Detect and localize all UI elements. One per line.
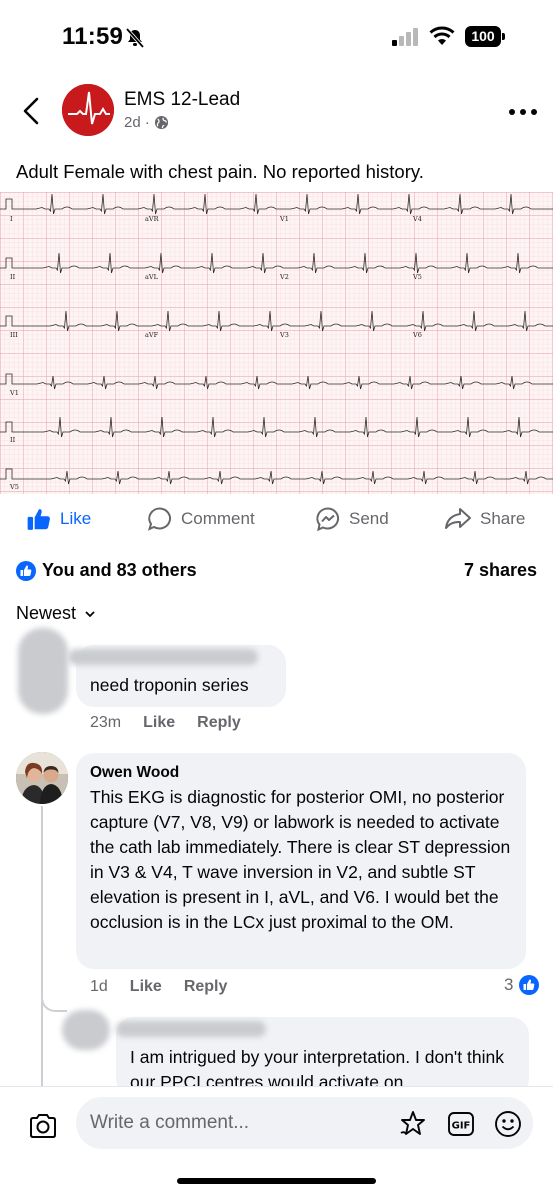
page-avatar[interactable]: [62, 84, 114, 136]
comment-bubble: Owen Wood This EKG is diagnostic for pos…: [76, 753, 526, 969]
ekg-lead-label: V5: [9, 483, 19, 491]
ekg-lead-label: V2: [279, 273, 289, 281]
ekg-image[interactable]: IaVR V1 V4 II aVL V2 V5 III aVF V3 V6 V1 II V5: [0, 192, 553, 494]
redacted-avatar: [62, 1010, 110, 1050]
comment-input-wrapper: GIF: [76, 1097, 533, 1149]
post-header: EMS 12-Lead 2d ·: [0, 84, 553, 144]
post-caption: Adult Female with chest pain. No reporte…: [16, 161, 424, 182]
ekg-lead-label: aVL: [145, 273, 159, 281]
post-actions: Like Comment Send Share: [0, 500, 553, 540]
comment-meta: 1d Like Reply: [90, 978, 227, 996]
status-time: 11:59: [62, 23, 124, 50]
ekg-lead-label: V6: [412, 331, 422, 339]
chevron-down-icon: [85, 610, 95, 617]
shares-count[interactable]: 7 shares: [464, 560, 537, 581]
comment-text: This EKG is diagnostic for posterior OMI…: [90, 787, 511, 932]
more-options-icon[interactable]: [508, 108, 538, 116]
comment-time[interactable]: 1d: [90, 978, 108, 996]
emoji-icon[interactable]: [493, 1109, 523, 1139]
ekg-lead-label: III: [10, 331, 18, 339]
home-indicator: [177, 1178, 376, 1184]
status-bar: 11:59 100: [0, 0, 553, 78]
share-label: Share: [480, 509, 526, 528]
redacted-author-name: [116, 1021, 266, 1037]
redacted-avatar: [18, 628, 68, 714]
ekg-lead-label: II: [10, 273, 16, 281]
like-reaction-icon: [519, 975, 540, 995]
svg-text:GIF: GIF: [452, 1121, 471, 1132]
globe-icon: [154, 115, 168, 130]
gif-icon[interactable]: GIF: [446, 1109, 476, 1139]
reactions-summary: You and 83 others 7 shares: [16, 560, 537, 584]
comment-reaction-count[interactable]: 3: [504, 975, 540, 995]
comment-meta: 23m Like Reply: [90, 714, 241, 732]
ekg-logo-icon: [62, 84, 114, 136]
comment-text: need troponin series: [90, 675, 249, 695]
ekg-lead-label: aVF: [145, 331, 159, 339]
battery-icon: 100: [465, 26, 505, 47]
share-arrow-icon: [445, 508, 471, 529]
bell-slash-icon: [125, 27, 145, 49]
send-label: Send: [349, 509, 389, 528]
thumbs-up-icon: [27, 509, 50, 530]
comment-input[interactable]: [90, 1097, 380, 1149]
like-reaction-icon: [16, 560, 36, 581]
comment-like-button[interactable]: Like: [130, 978, 162, 996]
post-time[interactable]: 2d: [124, 114, 141, 131]
wifi-icon: [429, 26, 455, 45]
avatar[interactable]: [16, 752, 68, 804]
thread-line: [41, 806, 43, 1086]
ekg-lead-label: V1: [279, 215, 289, 223]
meta-separator: ·: [144, 114, 150, 131]
like-label: Like: [60, 509, 92, 528]
comment-bubble-icon: [147, 507, 171, 531]
commenter-name[interactable]: Owen Wood: [90, 764, 179, 782]
reaction-summary-text: You and 83 others: [42, 560, 197, 580]
ekg-lead-label: V3: [279, 331, 289, 339]
messenger-icon: [316, 507, 340, 532]
reactors-link[interactable]: You and 83 others: [16, 560, 197, 581]
back-arrow-icon[interactable]: [18, 96, 46, 126]
sticker-icon[interactable]: [398, 1109, 428, 1139]
sort-label: Newest: [16, 603, 77, 623]
comment-time[interactable]: 23m: [90, 714, 121, 732]
ekg-lead-label: V4: [412, 215, 422, 223]
comment-reply-button[interactable]: Reply: [197, 714, 241, 732]
comment-bubble: I am intrigued by your interpretation. I…: [116, 1017, 529, 1097]
ekg-lead-label: II: [10, 436, 16, 444]
redacted-author-name: [68, 649, 258, 665]
like-button[interactable]: Like: [26, 506, 91, 532]
camera-icon[interactable]: [28, 1113, 58, 1139]
comment-reply-button[interactable]: Reply: [184, 978, 228, 996]
battery-level: 100: [465, 26, 501, 47]
comment-button[interactable]: Comment: [147, 506, 255, 532]
ekg-lead-label: V1: [9, 389, 19, 397]
send-button[interactable]: Send: [315, 506, 389, 532]
ekg-lead-label: aVR: [145, 215, 160, 223]
comment-label: Comment: [181, 509, 255, 528]
comment-like-button[interactable]: Like: [143, 714, 175, 732]
post-meta: 2d ·: [124, 114, 169, 131]
reaction-count-text: 3: [504, 975, 514, 994]
share-button[interactable]: Share: [444, 506, 525, 532]
ekg-lead-label: I: [10, 215, 13, 223]
comment-sort-dropdown[interactable]: Newest: [16, 603, 96, 624]
signal-icon: [392, 28, 418, 46]
thread-connector: [41, 990, 67, 1012]
page-name[interactable]: EMS 12-Lead: [124, 89, 240, 111]
comment-bubble: need troponin series: [68, 645, 286, 707]
ekg-lead-label: V5: [412, 273, 422, 281]
